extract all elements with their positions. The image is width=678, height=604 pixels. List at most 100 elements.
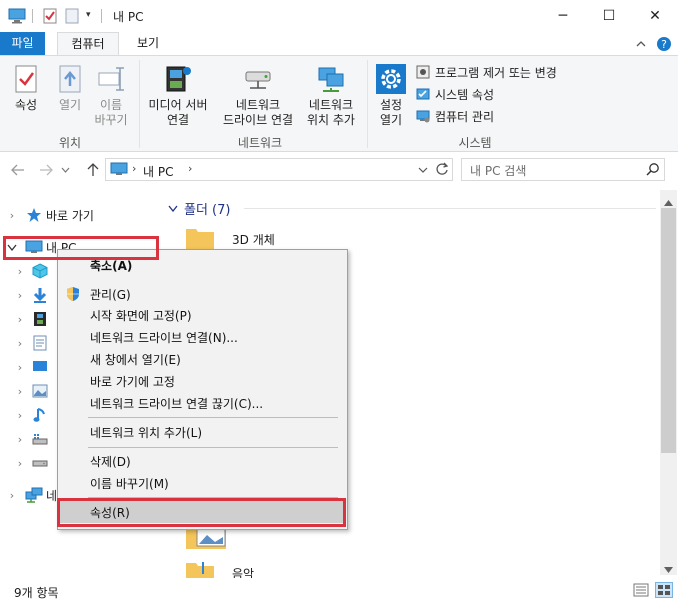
nav-item-pictures[interactable]: › (0, 380, 60, 402)
folders-group-header[interactable]: 폴더 (7) (168, 200, 230, 218)
context-menu: 축소(A) 관리(G) 시작 화면에 고정(P) 네트워크 드라이브 연결(N)… (57, 249, 348, 530)
menu-item-add-network-location[interactable]: 네트워크 위치 추가(L) (60, 421, 345, 443)
group-separator-2 (367, 60, 368, 148)
search-box[interactable]: 내 PC 검색 (461, 158, 665, 181)
settings-gear-icon (371, 60, 411, 98)
forward-button[interactable] (36, 160, 56, 180)
desktop-icon (31, 356, 49, 378)
properties-quick-icon[interactable] (42, 8, 58, 27)
map-network-drive-button[interactable]: 네트워크 드라이브 연결 (213, 60, 303, 128)
back-button[interactable] (8, 160, 28, 180)
customize-toolbar-icon[interactable]: ▾ (86, 10, 91, 20)
list-item[interactable]: 3D 개체 (185, 226, 295, 250)
picture-icon (31, 380, 49, 402)
item-count: 9개 항목 (14, 586, 59, 600)
menu-item-pin-to-start[interactable]: 시작 화면에 고정(P) (60, 304, 345, 326)
close-button[interactable]: ✕ (632, 0, 678, 32)
expand-chevron-icon[interactable]: › (15, 284, 25, 306)
computer-management-icon (415, 108, 431, 124)
list-item[interactable]: 음악 (185, 560, 295, 581)
help-icon[interactable]: ? (655, 35, 673, 53)
this-pc-icon[interactable] (8, 8, 26, 27)
properties-button[interactable]: 속성 (6, 60, 46, 113)
search-placeholder: 내 PC 검색 (470, 164, 527, 178)
nav-item-documents[interactable]: › (0, 332, 60, 354)
tab-file[interactable]: 파일 (0, 32, 45, 55)
up-button[interactable] (83, 160, 103, 180)
scroll-down-icon[interactable] (664, 562, 673, 576)
menu-item-pin-quick-access[interactable]: 바로 가기에 고정 (60, 370, 345, 392)
nav-item-desktop[interactable]: › (0, 356, 60, 378)
cube-3d-icon (31, 260, 49, 282)
menu-item-disconnect-network-drive[interactable]: 네트워크 드라이브 연결 끊기(C)... (60, 392, 345, 414)
expand-chevron-icon[interactable]: › (15, 332, 25, 354)
expand-chevron-icon[interactable]: › (7, 484, 17, 506)
large-icons-view-icon[interactable] (655, 582, 673, 598)
address-bar[interactable]: › 내 PC › (105, 158, 453, 181)
nav-item-downloads[interactable]: › (0, 284, 60, 306)
expand-chevron-icon[interactable]: › (15, 428, 25, 450)
uninstall-program-button[interactable]: 프로그램 제거 또는 변경 (415, 62, 557, 82)
tab-view[interactable]: 보기 (125, 32, 171, 55)
highlight-properties (57, 498, 346, 527)
maximize-button[interactable]: ☐ (586, 0, 632, 32)
nav-item-videos[interactable]: › (0, 308, 60, 330)
group-separator-1 (139, 60, 140, 148)
breadcrumb-chevron-icon[interactable]: › (132, 162, 136, 175)
refresh-icon[interactable] (435, 162, 449, 179)
breadcrumb-chevron-icon-2[interactable]: › (188, 162, 192, 175)
rename-label-2: 바꾸기 (94, 113, 128, 127)
system-properties-button[interactable]: 시스템 속성 (415, 84, 494, 104)
add-network-location-button[interactable]: 네트워크 위치 추가 (303, 60, 359, 128)
menu-item-open-new-window[interactable]: 새 창에서 열기(E) (60, 348, 345, 370)
music-note-icon (31, 404, 49, 426)
group-collapse-chevron-icon[interactable] (168, 201, 180, 215)
scrollbar-thumb[interactable] (661, 208, 676, 453)
rename-label-1: 이름 (99, 98, 123, 112)
nav-item-3d-objects[interactable]: › (0, 260, 60, 282)
expand-chevron-icon[interactable]: › (15, 404, 25, 426)
menu-label-manage: 관리(G) (90, 287, 131, 302)
expand-chevron-icon[interactable]: › (15, 308, 25, 330)
collapse-ribbon-icon[interactable] (632, 35, 650, 53)
rename-button[interactable]: 이름 바꾸기 (90, 60, 132, 128)
expand-chevron-icon[interactable]: › (15, 380, 25, 402)
properties-label: 속성 (14, 98, 38, 112)
menu-item-map-network-drive[interactable]: 네트워크 드라이브 연결(N)... (60, 326, 345, 348)
recent-locations-button[interactable] (58, 160, 72, 180)
search-icon[interactable] (646, 162, 660, 179)
breadcrumb-this-pc[interactable]: 내 PC (143, 163, 173, 180)
computer-management-button[interactable]: 컴퓨터 관리 (415, 106, 494, 126)
title-separator (32, 9, 33, 23)
media-server-label-2: 연결 (166, 113, 190, 127)
open-settings-button[interactable]: 설정 열기 (371, 60, 411, 128)
nav-label-quick-access: 바로 가기 (46, 208, 94, 223)
menu-separator (88, 447, 338, 448)
nav-item-network[interactable]: › 네 (0, 484, 60, 506)
expand-chevron-icon[interactable]: › (15, 260, 25, 282)
menu-item-rename[interactable]: 이름 바꾸기(M) (60, 472, 345, 494)
menu-item-delete[interactable]: 삭제(D) (60, 450, 345, 472)
new-folder-quick-icon[interactable] (64, 8, 80, 27)
minimize-button[interactable]: ─ (540, 0, 586, 32)
address-dropdown-icon[interactable] (418, 162, 428, 181)
nav-item-quick-access[interactable]: › 바로 가기 (0, 204, 160, 226)
nav-item-local-disk-d[interactable]: › (0, 452, 60, 474)
open-button[interactable]: 열기 (50, 60, 90, 113)
nav-item-local-disk-c[interactable]: › (0, 428, 60, 450)
location-group-label: 위치 (58, 136, 82, 150)
details-view-icon[interactable] (633, 583, 649, 600)
expand-chevron-icon[interactable]: › (15, 452, 25, 474)
network-icon (25, 484, 43, 506)
scroll-up-icon[interactable] (664, 195, 673, 209)
menu-item-manage[interactable]: 관리(G) (60, 283, 345, 305)
network-location-icon (303, 60, 359, 98)
expand-chevron-icon[interactable]: › (15, 356, 25, 378)
nav-item-music[interactable]: › (0, 404, 60, 426)
ribbon-tabs: 파일 컴퓨터 보기 ? (0, 32, 678, 56)
expand-chevron-icon[interactable]: › (7, 204, 17, 226)
add-location-label-1: 네트워크 (308, 98, 354, 112)
media-server-button[interactable]: 미디어 서버 연결 (143, 60, 213, 128)
tab-computer[interactable]: 컴퓨터 (57, 32, 119, 56)
address-pc-icon (110, 162, 128, 180)
